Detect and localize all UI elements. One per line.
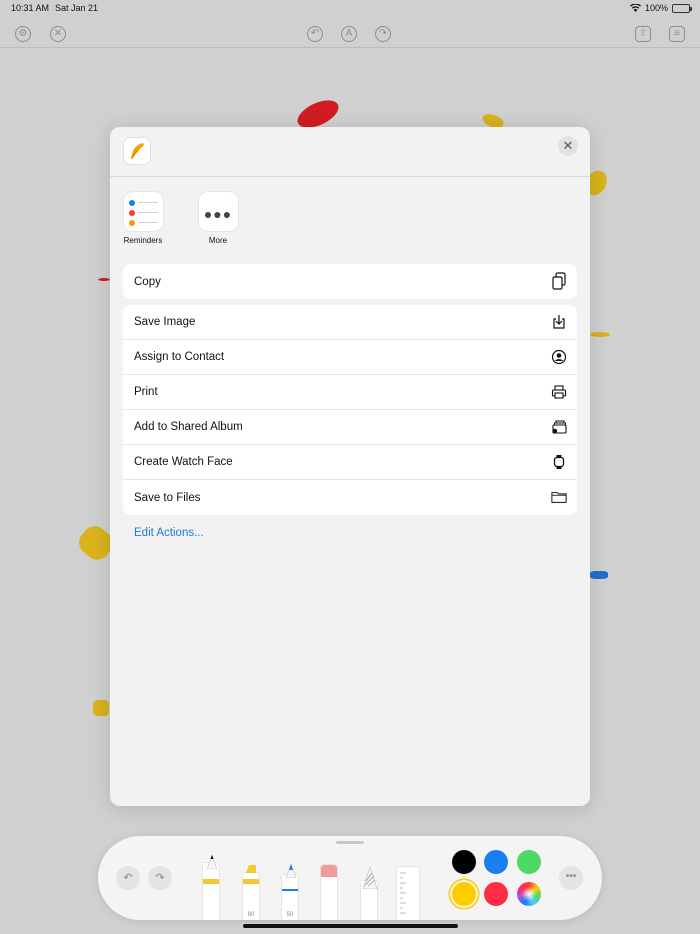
- action-add-shared-album[interactable]: Add to Shared Album: [123, 410, 577, 445]
- action-label: Save Image: [134, 316, 196, 328]
- reminders-icon: [122, 191, 164, 232]
- contact-icon: [551, 349, 567, 365]
- actions-group: Save Image Assign to Contact Print Add t…: [123, 305, 577, 515]
- ruler-tool[interactable]: [396, 866, 420, 920]
- share-sheet-header: ✕: [110, 127, 590, 177]
- copy-group: Copy: [123, 264, 577, 299]
- action-label: Assign to Contact: [134, 351, 225, 363]
- share-app-label: Reminders: [123, 236, 163, 245]
- yellow-stroke: [93, 700, 109, 716]
- action-label: Save to Files: [134, 491, 201, 504]
- shared-album-icon: [551, 419, 567, 435]
- action-label: Add to Shared Album: [134, 421, 243, 433]
- color-blue[interactable]: [484, 850, 508, 874]
- more-dots-icon: ●●●: [197, 191, 239, 232]
- color-black[interactable]: [452, 850, 476, 874]
- share-app-label: More: [208, 236, 228, 245]
- tool-width-label: 50: [286, 912, 294, 918]
- battery-icon: [672, 3, 692, 13]
- pen-tool[interactable]: [202, 855, 220, 920]
- toolbar-handle[interactable]: [336, 841, 364, 844]
- eraser-tool[interactable]: [320, 864, 338, 920]
- action-print[interactable]: Print: [123, 375, 577, 410]
- battery-percent: 100%: [644, 3, 668, 13]
- drawing-toolbar: ↶ ↷ 80 50 •••: [98, 836, 602, 920]
- share-sheet: ✕ Reminders ●●● More Copy Save Image Ass…: [110, 127, 590, 806]
- folder-icon: [551, 489, 567, 505]
- more-options-icon[interactable]: ≡: [669, 26, 685, 42]
- action-save-to-files[interactable]: Save to Files: [123, 480, 577, 515]
- action-create-watch-face[interactable]: Create Watch Face: [123, 445, 577, 480]
- undo-icon[interactable]: ↶: [116, 866, 140, 890]
- redo-icon[interactable]: ↷: [148, 866, 172, 890]
- status-time: 10:31 AM: [11, 3, 50, 13]
- red-stroke: [98, 278, 110, 281]
- action-assign-contact[interactable]: Assign to Contact: [123, 340, 577, 375]
- yellow-stroke: [590, 332, 610, 337]
- action-label: Create Watch Face: [134, 456, 233, 468]
- action-label: Copy: [134, 275, 161, 288]
- settings-icon[interactable]: ⚙: [15, 26, 31, 42]
- redo-icon[interactable]: ↷: [375, 26, 391, 42]
- highlighter-tool[interactable]: 80: [242, 865, 260, 920]
- more-options-icon[interactable]: •••: [559, 866, 583, 890]
- share-icon[interactable]: ⇧: [635, 26, 651, 42]
- action-save-image[interactable]: Save Image: [123, 305, 577, 340]
- undo-icon[interactable]: ↶: [307, 26, 323, 42]
- color-yellow-selected[interactable]: [452, 882, 476, 906]
- lasso-tool[interactable]: [360, 867, 378, 920]
- watch-icon: [551, 454, 567, 470]
- edit-actions-link[interactable]: Edit Actions...: [134, 527, 204, 539]
- color-red[interactable]: [484, 882, 508, 906]
- close-button[interactable]: ✕: [558, 136, 578, 156]
- action-label: Print: [134, 386, 158, 398]
- close-circle-icon[interactable]: ✕: [50, 26, 66, 42]
- blue-stroke: [590, 571, 608, 579]
- share-app-more[interactable]: ●●● More: [188, 191, 248, 245]
- home-indicator: [243, 924, 458, 928]
- status-bar: 10:31 AM Sat Jan 21 100%: [0, 0, 700, 18]
- fine-pen-tool[interactable]: 50: [281, 864, 299, 920]
- copy-icon: [551, 272, 567, 290]
- markup-pen-icon[interactable]: A: [341, 26, 357, 42]
- wifi-icon: [629, 4, 641, 12]
- color-picker-wheel[interactable]: [517, 882, 541, 906]
- tool-width-label: 80: [247, 912, 255, 918]
- markup-top-bar: ⚙ ✕ ↶ A ↷ ⇧ ≡: [0, 20, 700, 48]
- share-app-reminders[interactable]: Reminders: [113, 191, 173, 245]
- color-green[interactable]: [517, 850, 541, 874]
- status-right: 100%: [629, 3, 692, 13]
- action-copy[interactable]: Copy: [123, 264, 577, 299]
- save-image-icon: [551, 314, 567, 330]
- app-feather-icon: [123, 137, 151, 165]
- printer-icon: [551, 384, 567, 400]
- status-date: Sat Jan 21: [55, 3, 99, 13]
